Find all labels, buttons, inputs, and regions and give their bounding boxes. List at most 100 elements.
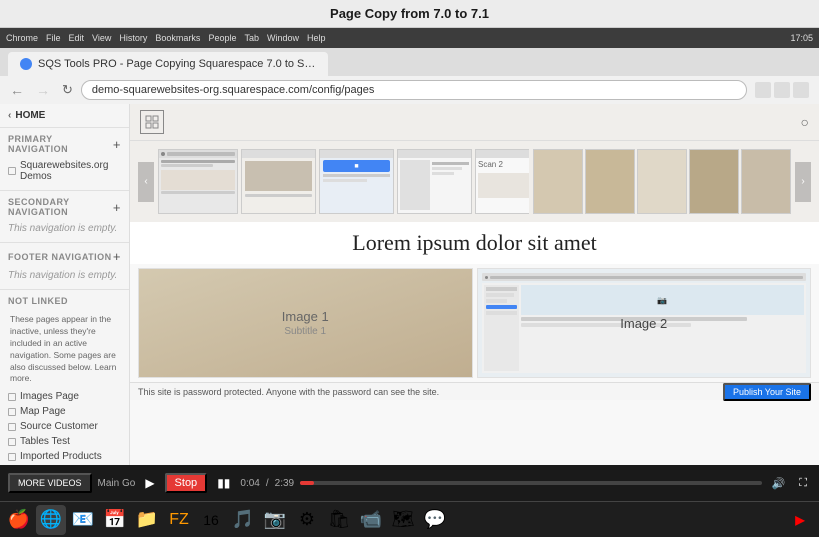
bowl-img-5 [741, 149, 791, 214]
list-item[interactable]: Source Customer [8, 419, 121, 434]
image1-sublabel: Subtitle 1 [284, 326, 326, 337]
add-footer-nav[interactable]: + [113, 249, 121, 264]
sidebar: ‹ HOME PRIMARY NAVIGATION + Squarewebsit… [0, 104, 130, 465]
image2-overlay: Image 2 [478, 269, 811, 377]
lower-panels: Image 1 Subtitle 1 [130, 264, 819, 382]
list-item[interactable]: Images Page [8, 389, 121, 404]
list-item[interactable]: Imported Products [8, 449, 121, 464]
list-item[interactable]: Products [8, 464, 121, 465]
taskbar-app-finder2[interactable]: 📁 [132, 505, 162, 535]
video-progress-bar[interactable] [300, 481, 761, 485]
window-title: Page Copy from 7.0 to 7.1 [330, 6, 489, 21]
os-menu-tab[interactable]: Tab [244, 33, 259, 43]
os-time: 17:05 [790, 33, 813, 43]
list-item[interactable]: Tables Test [8, 434, 121, 449]
gallery-thumb[interactable] [158, 149, 238, 214]
not-linked-note: These pages appear in the inactive, unle… [8, 310, 121, 389]
password-notice-bar: This site is password protected. Anyone … [130, 382, 819, 400]
gallery-section: ‹ [130, 141, 819, 222]
fullscreen-icon[interactable]: ⛶ [795, 475, 811, 492]
taskbar-app-mail[interactable]: 📧 [68, 505, 98, 535]
image1-panel: Image 1 Subtitle 1 [138, 268, 473, 378]
os-menu-chrome[interactable]: Chrome [6, 33, 38, 43]
time-total: 2:39 [275, 478, 294, 489]
extension-icon-2[interactable] [774, 82, 790, 98]
gallery-next-arrow[interactable]: › [795, 162, 811, 202]
taskbar-app-youtube[interactable]: ▶ [785, 505, 815, 535]
title-bar: Page Copy from 7.0 to 7.1 [0, 0, 819, 28]
play-button[interactable]: ▶ [141, 474, 158, 492]
taskbar-app-music[interactable]: 🎵 [228, 505, 258, 535]
os-menu-help[interactable]: Help [307, 33, 326, 43]
lorem-section: Lorem ipsum dolor sit amet [130, 222, 819, 264]
bowl-img-3 [637, 149, 687, 214]
progress-fill [300, 481, 314, 485]
taskbar-app-finder[interactable]: 🍎 [4, 505, 34, 535]
address-bar[interactable]: demo-squarewebsites-org.squarespace.com/… [81, 80, 747, 100]
logo-icon [145, 115, 159, 129]
gallery-thumb[interactable] [241, 149, 316, 214]
list-item[interactable]: Map Page [8, 404, 121, 419]
taskbar-app-photos[interactable]: 📷 [260, 505, 290, 535]
active-browser-tab[interactable]: SQS Tools PRO - Page Copying Squarespace… [8, 52, 328, 76]
sidebar-home[interactable]: ‹ HOME [0, 104, 129, 128]
nav-dot-icon [8, 408, 16, 416]
gallery-prev-arrow[interactable]: ‹ [138, 162, 154, 202]
taskbar-app-settings[interactable]: ⚙ [292, 505, 322, 535]
os-menu-people[interactable]: People [208, 33, 236, 43]
taskbar-app-facetime[interactable]: 📹 [356, 505, 386, 535]
favicon [20, 58, 32, 70]
time-current: 0:04 [240, 478, 259, 489]
gallery-thumb-scan2[interactable]: Scan 2 [475, 149, 529, 214]
bowl-img-4 [689, 149, 739, 214]
taskbar-app-calendar2[interactable]: 16 [196, 505, 226, 535]
primary-nav-section: PRIMARY NAVIGATION + Squarewebsites.org … [0, 128, 129, 191]
image1-label: Image 1 [282, 309, 329, 324]
footer-nav-empty: This navigation is empty. [8, 268, 121, 283]
extension-icon-3[interactable] [793, 82, 809, 98]
secondary-nav-empty: This navigation is empty. [8, 221, 121, 236]
os-menu-history[interactable]: History [119, 33, 147, 43]
add-secondary-nav[interactable]: + [113, 200, 121, 215]
cart-icon[interactable]: ○ [801, 114, 809, 130]
os-status-area: 17:05 [790, 33, 813, 43]
taskbar-app-chrome[interactable]: 🌐 [36, 505, 66, 535]
video-controls-bar: MORE VIDEOS Main Go ▶ Stop ▮▮ 0:04 / 2:3… [0, 465, 819, 501]
taskbar-app-imessage[interactable]: 💬 [420, 505, 450, 535]
taskbar-app-store[interactable]: 🛍 [324, 505, 354, 535]
image1-overlay: Image 1 Subtitle 1 [139, 269, 472, 377]
image2-panel: 📷 Image 2 [477, 268, 812, 378]
back-button[interactable]: ← [6, 82, 28, 98]
os-menu-view[interactable]: View [92, 33, 111, 43]
password-notice-text: This site is password protected. Anyone … [138, 387, 439, 397]
os-menu-bar: Chrome File Edit View History Bookmarks … [0, 28, 819, 48]
reload-button[interactable]: ↻ [58, 82, 77, 98]
extension-icon-1[interactable] [755, 82, 771, 98]
image2-label: Image 2 [620, 316, 667, 331]
taskbar-app-filezilla[interactable]: FZ [164, 505, 194, 535]
more-videos-button[interactable]: MORE VIDEOS [8, 473, 92, 493]
add-primary-nav[interactable]: + [113, 137, 121, 152]
browser-tab-bar: SQS Tools PRO - Page Copying Squarespace… [0, 48, 819, 76]
primary-nav-item[interactable]: Squarewebsites.org Demos [8, 158, 121, 184]
os-menu-edit[interactable]: Edit [69, 33, 85, 43]
footer-nav-section: FOOTER NAVIGATION + This navigation is e… [0, 243, 129, 290]
taskbar-app-calendar[interactable]: 📅 [100, 505, 130, 535]
footer-nav-title: FOOTER NAVIGATION + [8, 249, 121, 264]
forward-button[interactable]: → [32, 82, 54, 98]
gallery-thumb[interactable]: ■ [319, 149, 394, 214]
gallery-thumb[interactable] [397, 149, 472, 214]
os-menu-bookmarks[interactable]: Bookmarks [155, 33, 200, 43]
pause-button[interactable]: ▮▮ [213, 474, 234, 492]
volume-icon[interactable]: 🔊 [768, 475, 790, 492]
stop-button[interactable]: Stop [165, 473, 208, 493]
bowl-img-2 [585, 149, 635, 214]
nav-dot-icon [8, 167, 16, 175]
os-menu-window[interactable]: Window [267, 33, 299, 43]
lorem-heading: Lorem ipsum dolor sit amet [140, 230, 809, 256]
os-menu-file[interactable]: File [46, 33, 61, 43]
publish-site-button[interactable]: Publish Your Site [723, 383, 811, 401]
not-linked-section: NOT LINKED These pages appear in the ina… [0, 290, 129, 465]
nav-dot-icon [8, 438, 16, 446]
taskbar-app-maps[interactable]: 🗺 [388, 505, 418, 535]
